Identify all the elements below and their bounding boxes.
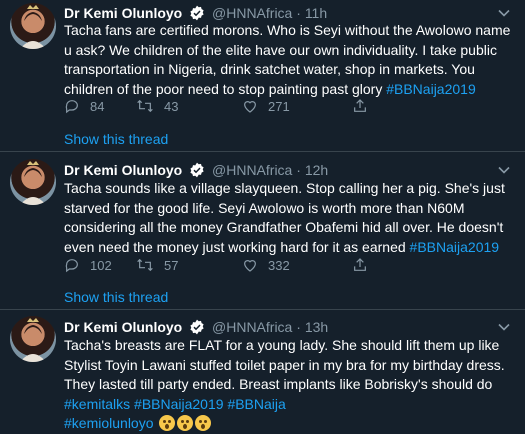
author-name[interactable]: Dr Kemi Olunloyo (64, 162, 182, 178)
author-name[interactable]: Dr Kemi Olunloyo (64, 5, 182, 21)
reply-count: 102 (90, 258, 112, 273)
avatar[interactable] (10, 3, 56, 49)
tweet-text: Tacha fans are certified morons. Who is … (64, 21, 519, 99)
astonished-face-emoji (177, 415, 194, 431)
reply-button[interactable]: 84 (64, 98, 104, 116)
reply-icon (65, 100, 78, 114)
hashtag-link[interactable]: #BBNaija (227, 396, 285, 412)
hashtag-link[interactable]: #kemiolunloyo (64, 415, 154, 431)
chevron-down-icon[interactable] (497, 320, 511, 334)
timestamp[interactable]: 11h (305, 5, 327, 21)
like-count: 332 (268, 258, 290, 273)
avatar[interactable] (10, 159, 56, 205)
tweet-body: Tacha's breasts are FLAT for a young lad… (64, 337, 505, 392)
tweet-text: Tacha sounds like a village slayqueen. S… (64, 179, 519, 257)
tweet-header: Dr Kemi Olunloyo @HNNAfrica · 12h (64, 161, 328, 179)
author-name[interactable]: Dr Kemi Olunloyo (64, 319, 182, 335)
separator: · (296, 5, 301, 21)
astonished-face-emoji (195, 415, 212, 431)
retweet-count: 43 (164, 99, 179, 114)
tweet-header: Dr Kemi Olunloyo @HNNAfrica · 11h (64, 4, 327, 22)
author-handle[interactable]: @HNNAfrica (212, 162, 292, 178)
retweet-icon (137, 99, 153, 113)
heart-icon (244, 101, 256, 113)
hashtag-link[interactable]: #BBNaija2019 (410, 239, 500, 255)
chevron-down-icon[interactable] (497, 163, 511, 177)
chevron-down-icon[interactable] (497, 6, 511, 20)
hashtag-link[interactable]: #BBNaija2019 (134, 396, 224, 412)
share-button[interactable] (352, 98, 378, 116)
tweet-header: Dr Kemi Olunloyo @HNNAfrica · 13h (64, 318, 328, 336)
hashtag-link[interactable]: #BBNaija2019 (386, 81, 476, 97)
tweet[interactable]: Dr Kemi Olunloyo @HNNAfrica · 11h Tacha … (0, 0, 525, 152)
retweet-count: 57 (164, 258, 179, 273)
share-button[interactable] (352, 257, 378, 275)
share-icon (354, 258, 366, 271)
tweet-text: Tacha's breasts are FLAT for a young lad… (64, 336, 519, 434)
avatar[interactable] (10, 316, 56, 362)
timestamp[interactable]: 13h (305, 319, 328, 335)
tweet[interactable]: Dr Kemi Olunloyo @HNNAfrica · 13h Tacha'… (0, 310, 525, 431)
show-thread-link[interactable]: Show this thread (64, 288, 168, 306)
reply-icon (65, 259, 78, 273)
author-handle[interactable]: @HNNAfrica (212, 319, 292, 335)
retweet-icon (137, 258, 153, 272)
reply-button[interactable]: 102 (64, 257, 112, 275)
reply-count: 84 (90, 99, 105, 114)
hashtag-link[interactable]: #kemitalks (64, 396, 130, 412)
separator: · (296, 162, 301, 178)
timestamp[interactable]: 12h (305, 162, 328, 178)
heart-icon (244, 260, 256, 272)
show-thread-link[interactable]: Show this thread (64, 130, 168, 148)
like-button[interactable]: 332 (242, 257, 290, 275)
separator: · (296, 319, 301, 335)
like-button[interactable]: 271 (242, 98, 290, 116)
share-icon (354, 99, 366, 112)
like-count: 271 (268, 99, 290, 114)
tweet[interactable]: Dr Kemi Olunloyo @HNNAfrica · 12h Tacha … (0, 152, 525, 310)
author-handle[interactable]: @HNNAfrica (212, 5, 292, 21)
retweet-button[interactable]: 43 (136, 98, 178, 116)
retweet-button[interactable]: 57 (136, 257, 178, 275)
astonished-face-emoji (159, 415, 176, 431)
